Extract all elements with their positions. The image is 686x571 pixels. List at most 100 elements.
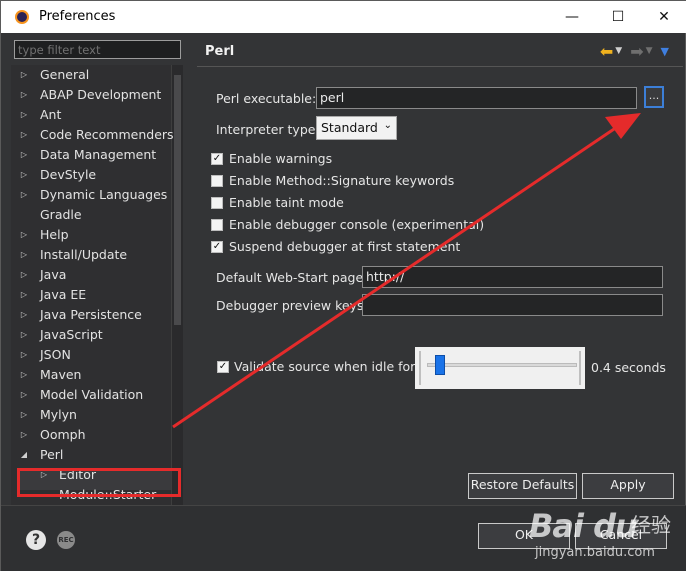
checkbox-label-3: Enable debugger console (experimental) — [229, 217, 485, 232]
sidebar-item-label: General — [40, 67, 90, 82]
collapsed-twisty-icon[interactable]: ▷ — [19, 345, 29, 365]
sidebar-item-install-update[interactable]: ▷ Install/Update — [11, 245, 171, 265]
preferences-window: Preferences — ☐ ✕ ▷ General ▷ ABAP Developm… — [0, 0, 686, 571]
sidebar-item-java-ee[interactable]: ▷ Java EE — [11, 285, 171, 305]
sidebar-item-label: JavaScript — [40, 327, 103, 342]
back-arrow-icon[interactable]: ⬅ — [600, 42, 613, 61]
checkbox-label-4: Suspend debugger at first statement — [229, 239, 461, 254]
forward-menu-chevron-icon[interactable]: ▼ — [646, 46, 653, 56]
watermark-url: jingyan.baidu.com — [535, 545, 655, 560]
slider-tick-right — [579, 351, 581, 385]
perl-executable-label: Perl executable: — [216, 91, 317, 106]
sidebar-item-perl[interactable]: ◢ Perl — [11, 445, 171, 465]
collapsed-twisty-icon[interactable]: ▷ — [19, 305, 29, 325]
collapsed-twisty-icon[interactable]: ▷ — [19, 65, 29, 85]
sidebar-item-data-management[interactable]: ▷ Data Management — [11, 145, 171, 165]
interpreter-type-select[interactable]: Standard ⌄ — [316, 116, 397, 140]
sidebar-item-javascript[interactable]: ▷ JavaScript — [11, 325, 171, 345]
sidebar-item-label: JSON — [40, 347, 71, 362]
tree-scrollbar-thumb[interactable] — [174, 75, 181, 325]
sidebar-item-model-validation[interactable]: ▷ Model Validation — [11, 385, 171, 405]
collapsed-twisty-icon[interactable]: ▷ — [19, 285, 29, 305]
apply-button[interactable]: Apply — [582, 473, 674, 499]
sidebar-item-oomph[interactable]: ▷ Oomph — [11, 425, 171, 445]
checkbox-0[interactable]: ✓ — [211, 153, 223, 165]
sidebar-item-label: Model Validation — [40, 387, 144, 402]
sidebar-item-java-persistence[interactable]: ▷ Java Persistence — [11, 305, 171, 325]
maximize-button[interactable]: ☐ — [595, 1, 641, 33]
sidebar-item-devstyle[interactable]: ▷ DevStyle — [11, 165, 171, 185]
restore-defaults-button[interactable]: Restore Defaults — [468, 473, 577, 499]
sidebar-item-maven[interactable]: ▷ Maven — [11, 365, 171, 385]
sidebar-item-label: Help — [40, 227, 69, 242]
collapsed-twisty-icon[interactable]: ▷ — [19, 225, 29, 245]
collapsed-twisty-icon[interactable]: ▷ — [19, 325, 29, 345]
help-icon[interactable]: ? — [26, 530, 46, 550]
validate-idle-slider[interactable] — [415, 347, 585, 389]
sidebar-item-json[interactable]: ▷ JSON — [11, 345, 171, 365]
collapsed-twisty-icon[interactable]: ▷ — [19, 245, 29, 265]
collapsed-twisty-icon[interactable]: ▷ — [19, 85, 29, 105]
web-start-label: Default Web-Start page: — [216, 270, 368, 285]
forward-arrow-icon[interactable]: ➡ — [630, 42, 643, 61]
page-title: Perl — [205, 44, 235, 59]
perl-preference-page: Perl ⬅ ▼ ➡ ▼ ▼ Perl executable: perl ...… — [193, 34, 683, 504]
debugger-keys-field[interactable] — [362, 294, 663, 316]
record-macro-icon[interactable]: REC — [57, 531, 75, 549]
sidebar-item-code-recommenders[interactable]: ▷ Code Recommenders — [11, 125, 174, 145]
sidebar-item-label: DevStyle — [40, 167, 97, 182]
minimize-button[interactable]: — — [549, 1, 595, 33]
sidebar-item-general[interactable]: ▷ General — [11, 65, 171, 85]
checkbox-4[interactable]: ✓ — [211, 241, 223, 253]
sidebar-item-label: Mylyn — [40, 407, 77, 422]
close-button[interactable]: ✕ — [641, 1, 686, 33]
sidebar-item-ant[interactable]: ▷ Ant — [11, 105, 171, 125]
sidebar-item-dynamic-languages[interactable]: ▷ Dynamic Languages — [11, 185, 171, 205]
checkbox-1[interactable] — [211, 175, 223, 187]
collapsed-twisty-icon[interactable]: ▷ — [19, 365, 29, 385]
sidebar-item-label: Data Management — [40, 147, 157, 162]
collapsed-twisty-icon[interactable]: ▷ — [19, 125, 29, 145]
collapsed-twisty-icon[interactable]: ▷ — [19, 425, 29, 445]
watermark-subtitle: 经验 — [631, 513, 671, 537]
validate-checkbox[interactable]: ✓ — [217, 361, 229, 373]
collapsed-twisty-icon[interactable]: ▷ — [19, 385, 29, 405]
eclipse-logo-icon — [15, 10, 29, 24]
filter-input[interactable] — [14, 40, 181, 59]
collapsed-twisty-icon[interactable]: ▷ — [19, 405, 29, 425]
sidebar-item-label: Ant — [40, 107, 62, 122]
preferences-tree: ▷ General ▷ ABAP Development ▷ Ant ▷ Code Recom… — [11, 65, 183, 505]
collapsed-twisty-icon[interactable]: ▷ — [19, 165, 29, 185]
checkbox-3[interactable] — [211, 219, 223, 231]
slider-tick-left — [419, 351, 421, 385]
validate-seconds: 0.4 seconds — [591, 360, 666, 375]
watermark-logo: Bai du — [529, 507, 638, 545]
sidebar-item-label: Java EE — [40, 287, 87, 302]
page-navigation: ⬅ ▼ ➡ ▼ ▼ — [600, 41, 669, 61]
validate-label: Validate source when idle for — [234, 359, 416, 374]
back-menu-chevron-icon[interactable]: ▼ — [615, 46, 622, 56]
perl-executable-field[interactable]: perl — [316, 87, 637, 109]
sidebar-item-java[interactable]: ▷ Java — [11, 265, 171, 285]
sidebar-item-abap-development[interactable]: ▷ ABAP Development — [11, 85, 171, 105]
checkbox-2[interactable] — [211, 197, 223, 209]
slider-track[interactable] — [427, 363, 577, 367]
sidebar-item-mylyn[interactable]: ▷ Mylyn — [11, 405, 171, 425]
collapsed-twisty-icon[interactable]: ▷ — [19, 185, 29, 205]
title-separator — [197, 66, 683, 67]
sidebar-item-gradle[interactable]: Gradle — [11, 205, 171, 225]
slider-thumb[interactable] — [435, 355, 446, 375]
title-bar: Preferences — ☐ ✕ — [1, 1, 686, 33]
view-menu-icon[interactable]: ▼ — [661, 45, 669, 58]
sidebar-item-label: ABAP Development — [40, 87, 162, 102]
collapsed-twisty-icon[interactable]: ▷ — [19, 145, 29, 165]
collapsed-twisty-icon[interactable]: ▷ — [19, 265, 29, 285]
sidebar-item-label: Java — [40, 267, 67, 282]
browse-button[interactable]: ... — [644, 86, 664, 108]
sidebar-item-label: Oomph — [40, 427, 86, 442]
sidebar-item-help[interactable]: ▷ Help — [11, 225, 171, 245]
debugger-keys-label: Debugger preview keys: — [216, 298, 368, 313]
collapsed-twisty-icon[interactable]: ▷ — [19, 105, 29, 125]
expanded-twisty-icon[interactable]: ◢ — [19, 445, 29, 465]
web-start-field[interactable]: http:// — [362, 266, 663, 288]
